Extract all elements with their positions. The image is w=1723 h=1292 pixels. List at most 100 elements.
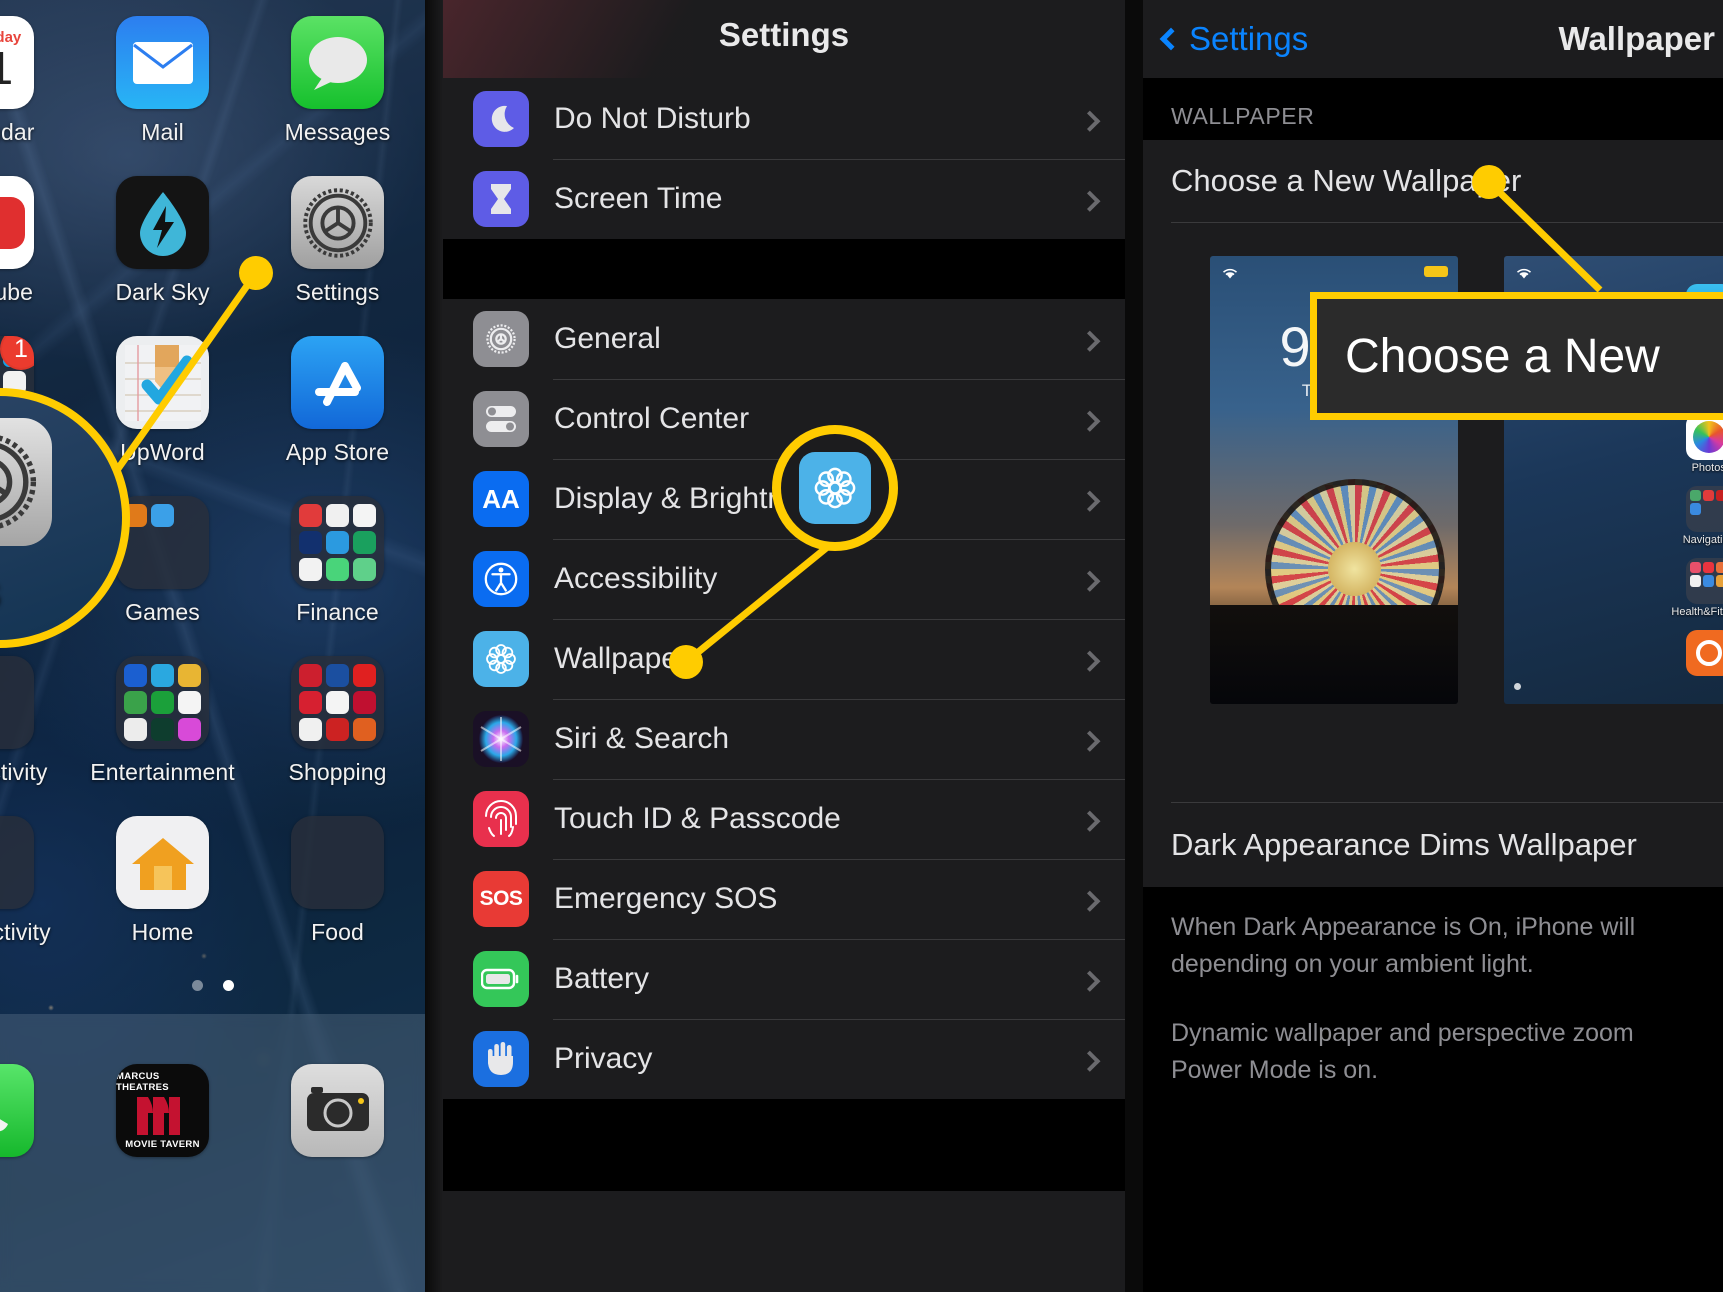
section-header: WALLPAPER bbox=[1143, 78, 1723, 140]
camera-glyph bbox=[306, 1086, 369, 1131]
productivity-folder-icon bbox=[0, 656, 34, 749]
app-shopping-folder[interactable]: Shopping bbox=[250, 648, 425, 808]
app-productivity-folder[interactable]: Productivity bbox=[0, 648, 75, 808]
app-youtube[interactable]: YouTube bbox=[0, 168, 75, 328]
footnote-line-2: depending on your ambient light. bbox=[1171, 950, 1534, 978]
messages-icon bbox=[291, 16, 384, 109]
app-label: UpWord bbox=[120, 439, 205, 465]
sidebar-item-label: Privacy bbox=[554, 1042, 653, 1075]
chevron-right-icon bbox=[1079, 570, 1101, 592]
sidebar-item-label: General bbox=[554, 322, 661, 355]
pier-silhouette-art bbox=[1210, 605, 1458, 704]
settings-bottom-area bbox=[443, 1191, 1125, 1292]
app-home[interactable]: Home bbox=[75, 808, 250, 968]
sidebar-item-battery[interactable]: Battery bbox=[443, 939, 1125, 1019]
sidebar-item-do-not-disturb[interactable]: Do Not Disturb bbox=[443, 79, 1125, 159]
settings-panel: Settings Do Not Disturb Screen Time Gene… bbox=[425, 0, 1125, 1292]
wallpaper-footnote: When Dark Appearance is On, iPhone will … bbox=[1143, 887, 1723, 1292]
app-label: Settings bbox=[295, 279, 380, 305]
dark-sky-icon bbox=[116, 176, 209, 269]
app-store-a-glyph bbox=[314, 361, 361, 406]
preview-app-column: Calculator Photos Navigation bbox=[1671, 284, 1723, 676]
app-settings[interactable]: Settings bbox=[250, 168, 425, 328]
footnote-line-4: Power Mode is on. bbox=[1171, 1056, 1379, 1084]
dark-appearance-row[interactable]: Dark Appearance Dims Wallpaper bbox=[1143, 803, 1723, 887]
marcus-line2: MOVIE TAVERN bbox=[125, 1139, 200, 1150]
panel-left-edge bbox=[1125, 0, 1143, 1292]
house-glyph bbox=[131, 837, 194, 890]
chevron-right-icon bbox=[1079, 1050, 1101, 1072]
app-label: Productivity bbox=[0, 759, 48, 785]
accessibility-glyph bbox=[484, 562, 518, 596]
chevron-right-icon bbox=[1079, 330, 1101, 352]
app-entertainment-folder[interactable]: Entertainment bbox=[75, 648, 250, 808]
sidebar-item-screen-time[interactable]: Screen Time bbox=[443, 159, 1125, 239]
lock-screen-preview[interactable]: 9:41 Tuesday bbox=[1210, 256, 1458, 704]
preview-app-navigation: Navigation bbox=[1683, 486, 1723, 546]
navigation-folder-icon bbox=[1685, 486, 1723, 532]
app-store-icon bbox=[291, 336, 384, 429]
home-screen-preview[interactable]: Calculator Photos Navigation bbox=[1504, 256, 1723, 704]
app-app-store[interactable]: App Store bbox=[250, 328, 425, 488]
sidebar-item-label: Accessibility bbox=[554, 562, 718, 595]
app-upword[interactable]: UpWord bbox=[75, 328, 250, 488]
app-connectivity-folder[interactable]: Connectivity bbox=[0, 808, 75, 968]
finance-folder-icon bbox=[291, 496, 384, 589]
calendar-icon: Thursday 31 bbox=[0, 16, 34, 109]
hourglass-glyph bbox=[491, 184, 511, 214]
wifi-icon bbox=[1516, 268, 1532, 279]
food-folder-icon bbox=[291, 816, 384, 909]
screenshot-stage: Thursday 31 Calendar Mail bbox=[0, 0, 1723, 1292]
sidebar-item-label: Siri & Search bbox=[554, 722, 730, 755]
accessibility-icon bbox=[473, 551, 529, 607]
app-dark-sky[interactable]: Dark Sky bbox=[75, 168, 250, 328]
sidebar-item-emergency-sos[interactable]: SOS Emergency SOS bbox=[443, 859, 1125, 939]
flower-glyph bbox=[486, 644, 516, 674]
preview-app-weather bbox=[1685, 284, 1723, 330]
marcus-line1: MARCUS THEATRES bbox=[116, 1071, 169, 1093]
app-label: YouTube bbox=[0, 279, 34, 305]
sidebar-item-privacy[interactable]: Privacy bbox=[443, 1019, 1125, 1099]
app-calendar[interactable]: Thursday 31 Calendar bbox=[0, 8, 75, 168]
sidebar-item-general[interactable]: General bbox=[443, 299, 1125, 379]
gear-glyph bbox=[486, 324, 516, 354]
app-games-folder[interactable]: Games bbox=[75, 488, 250, 648]
settings-gear-icon bbox=[291, 176, 384, 269]
sidebar-item-label: Emergency SOS bbox=[554, 882, 778, 915]
sidebar-item-touch-id-passcode[interactable]: Touch ID & Passcode bbox=[443, 779, 1125, 859]
aa-glyph: AA bbox=[482, 483, 520, 514]
upword-icon bbox=[116, 336, 209, 429]
sidebar-item-accessibility[interactable]: Accessibility bbox=[443, 539, 1125, 619]
shopping-folder-icon bbox=[291, 656, 384, 749]
sidebar-item-control-center[interactable]: Control Center bbox=[443, 379, 1125, 459]
app-label: Shopping bbox=[288, 759, 387, 785]
page-dot-active[interactable] bbox=[222, 980, 234, 991]
settings-group-separator bbox=[443, 239, 1125, 299]
dock-app-camera[interactable] bbox=[250, 1056, 425, 1157]
sidebar-item-siri-search[interactable]: Siri & Search bbox=[443, 699, 1125, 779]
preview-app-label: Health&Fitness bbox=[1671, 606, 1723, 618]
app-messaging-folder[interactable]: 1 Messaging bbox=[0, 328, 75, 488]
app-social-folder[interactable]: Social bbox=[0, 488, 75, 648]
choose-new-wallpaper-row[interactable]: Choose a New Wallpaper bbox=[1143, 140, 1723, 222]
weather-icon bbox=[1685, 284, 1723, 330]
chevron-right-icon bbox=[1079, 410, 1101, 432]
home-icon bbox=[116, 816, 209, 909]
page-dot[interactable] bbox=[191, 980, 203, 991]
app-messages[interactable]: Messages bbox=[250, 8, 425, 168]
dock-app-marcus-theatres[interactable]: MARCUS THEATRES MOVIE TAVERN bbox=[75, 1056, 250, 1157]
dark-appearance-label: Dark Appearance Dims Wallpaper bbox=[1171, 827, 1637, 862]
sidebar-item-wallpaper[interactable]: Wallpaper bbox=[443, 619, 1125, 699]
app-finance-folder[interactable]: Finance bbox=[250, 488, 425, 648]
sidebar-item-display-brightness[interactable]: AA Display & Brightness bbox=[443, 459, 1125, 539]
photos-icon bbox=[1685, 414, 1723, 460]
youtube-icon bbox=[0, 176, 34, 269]
toggle-switches-glyph bbox=[486, 406, 516, 432]
marcus-m-glyph bbox=[136, 1097, 180, 1135]
app-mail[interactable]: Mail bbox=[75, 8, 250, 168]
app-food-folder[interactable]: Food bbox=[250, 808, 425, 968]
dock-app-phone[interactable] bbox=[0, 1056, 75, 1157]
settings-header: Settings bbox=[443, 0, 1125, 79]
sidebar-item-label: Wallpaper bbox=[554, 642, 688, 675]
handset-glyph bbox=[0, 1119, 8, 1131]
